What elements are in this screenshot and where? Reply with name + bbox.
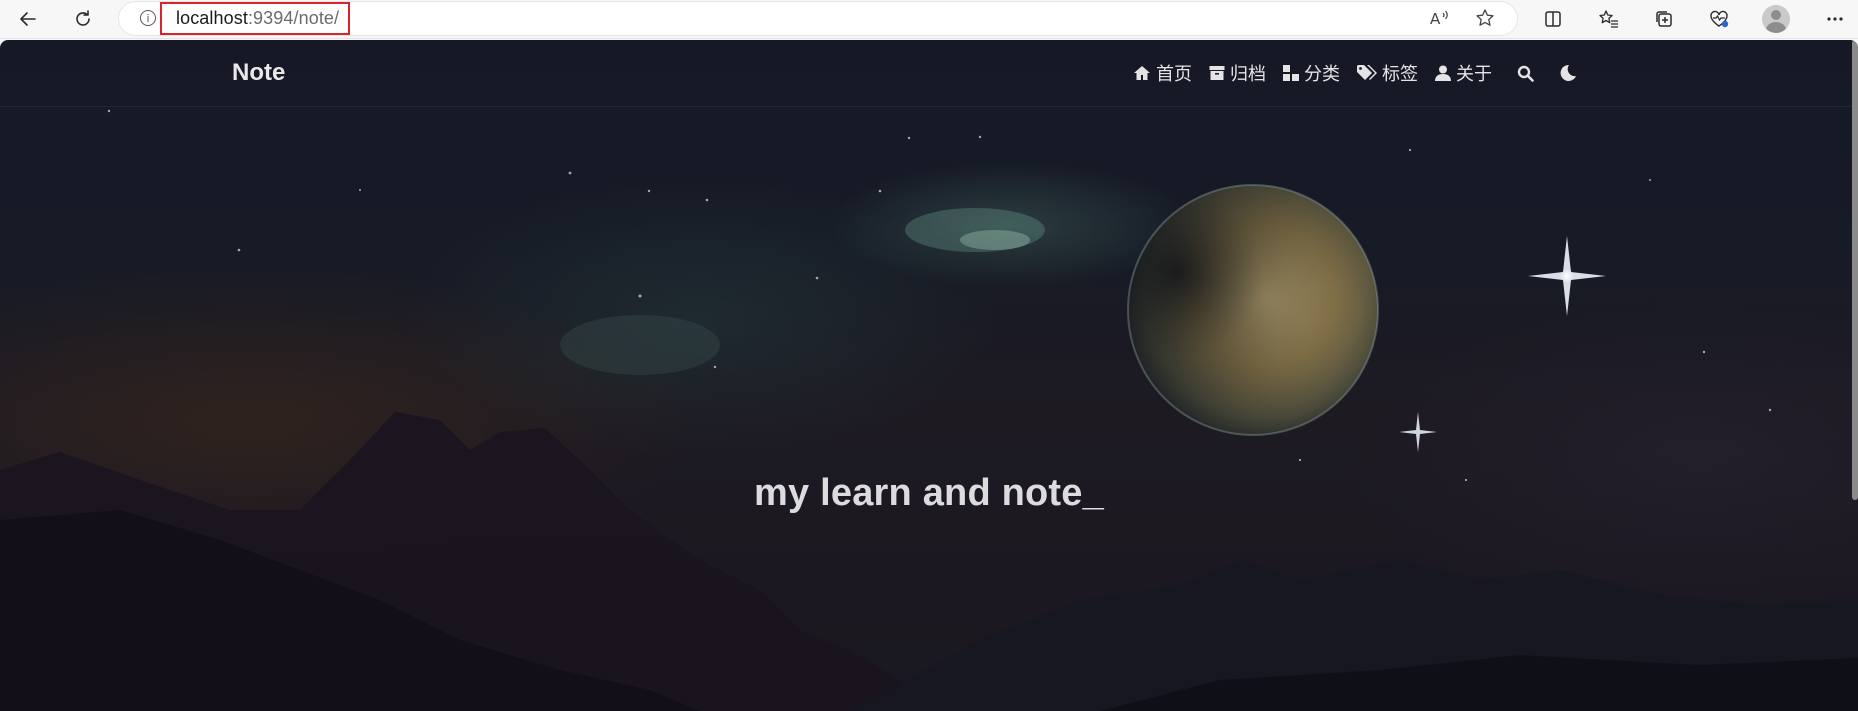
nav-label-tags: 标签 — [1382, 64, 1418, 84]
nav-label-home: 首页 — [1156, 64, 1192, 84]
favorite-star-icon — [1476, 9, 1494, 26]
dark-mode-moon-icon — [1560, 64, 1576, 81]
address-bar[interactable]: i localhost:9394/note/ A — [118, 1, 1518, 36]
nav-label-category: 分类 — [1304, 64, 1340, 84]
more-button[interactable] — [1820, 4, 1850, 34]
read-aloud-icon: A — [1430, 10, 1448, 28]
nav-item-about[interactable]: 关于 — [1435, 60, 1492, 86]
category-icon — [1283, 65, 1299, 81]
nav-item-tags[interactable]: 标签 — [1357, 60, 1418, 86]
nav-item-category[interactable]: 分类 — [1283, 60, 1340, 86]
info-icon[interactable]: i — [140, 10, 156, 26]
back-button[interactable] — [13, 4, 43, 34]
nav-item-archive[interactable]: 归档 — [1209, 60, 1266, 86]
favorites-list-icon — [1599, 10, 1618, 28]
tags-icon — [1357, 65, 1377, 80]
url-path: :9394/note/ — [247, 8, 340, 28]
profile-avatar[interactable] — [1762, 5, 1790, 33]
user-icon — [1435, 65, 1451, 81]
collections-icon — [1656, 11, 1672, 27]
dark-mode-toggle[interactable] — [1559, 64, 1577, 82]
read-aloud-button[interactable]: A — [1425, 3, 1455, 33]
url-highlight[interactable]: localhost:9394/note/ — [160, 2, 350, 35]
split-screen-icon — [1545, 11, 1561, 27]
browser-essentials-button[interactable] — [1704, 4, 1734, 34]
search-button[interactable] — [1517, 65, 1534, 82]
hero-background — [0, 109, 1858, 711]
archive-icon — [1209, 66, 1225, 80]
page-viewport: Note 首页 归档 分类 标签 关于 my learn and note_ — [0, 40, 1858, 711]
search-icon — [1517, 65, 1534, 82]
nav-item-home[interactable]: 首页 — [1133, 60, 1192, 86]
more-icon — [1827, 17, 1843, 21]
favorite-button[interactable] — [1470, 3, 1500, 33]
nav-label-archive: 归档 — [1230, 64, 1266, 84]
back-icon — [20, 12, 36, 26]
site-navbar: Note 首页 归档 分类 标签 关于 — [0, 40, 1858, 107]
hero-title: my learn and note_ — [754, 472, 1104, 514]
page-scrollbar[interactable] — [1852, 40, 1858, 500]
split-screen-button[interactable] — [1538, 4, 1568, 34]
nav-label-about: 关于 — [1456, 64, 1492, 84]
refresh-icon — [76, 10, 90, 26]
browser-toolbar: i localhost:9394/note/ A — [0, 0, 1858, 39]
site-brand[interactable]: Note — [232, 59, 285, 87]
home-icon — [1134, 66, 1150, 80]
star-sparkle — [1399, 236, 1606, 452]
favorites-button[interactable] — [1594, 4, 1624, 34]
collections-button[interactable] — [1649, 4, 1679, 34]
url-host: localhost — [176, 8, 248, 28]
browser-essentials-icon — [1710, 10, 1729, 28]
refresh-button[interactable] — [68, 4, 98, 34]
svg-text:A: A — [1430, 10, 1441, 28]
site-nav: 首页 归档 分类 标签 关于 — [1133, 60, 1577, 86]
